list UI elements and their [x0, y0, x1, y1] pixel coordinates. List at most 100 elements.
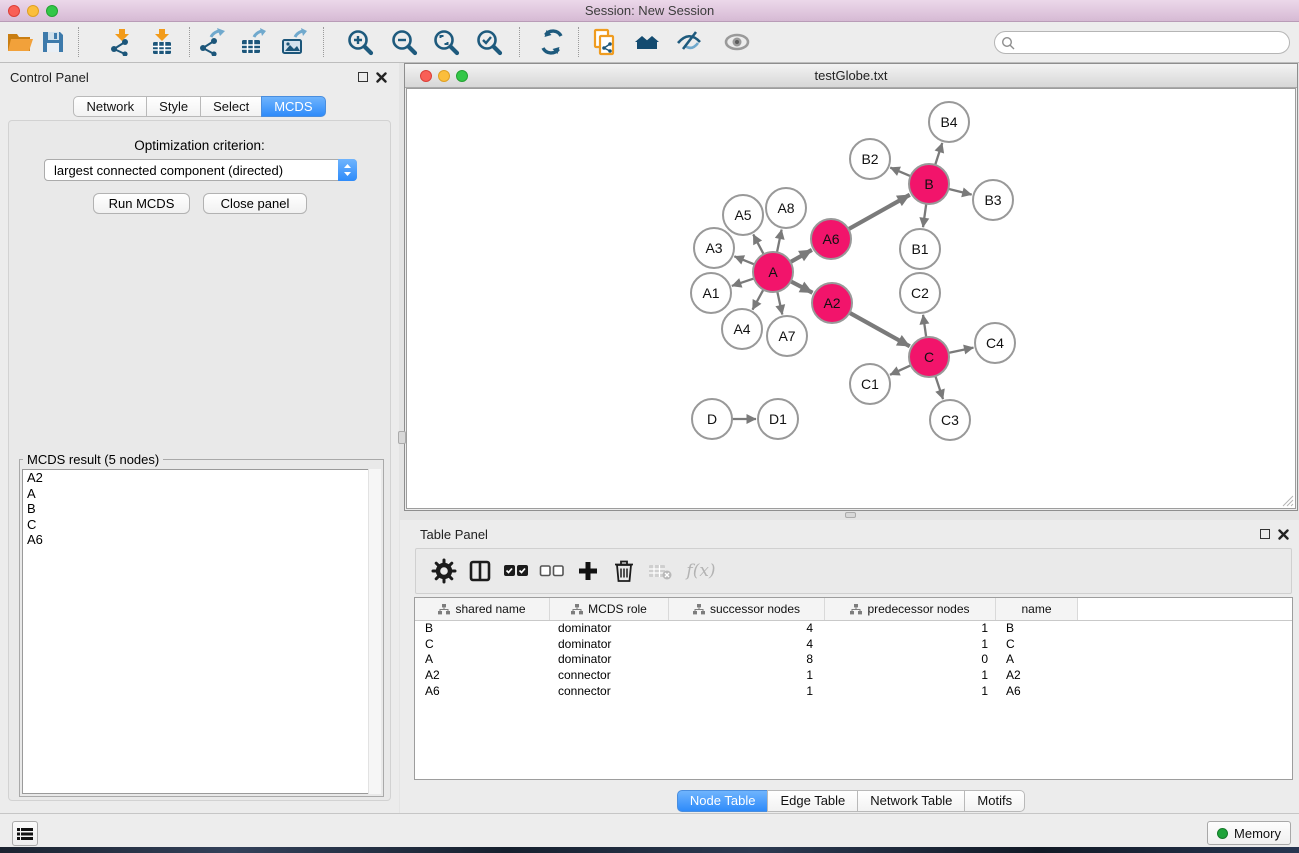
- graph-node-A6[interactable]: A6: [811, 219, 851, 259]
- graph-edge-C-C4[interactable]: [949, 348, 974, 353]
- zoom-selected-button[interactable]: [474, 26, 504, 58]
- duplicate-network-button[interactable]: [590, 26, 620, 58]
- graph-node-B4[interactable]: B4: [929, 102, 969, 142]
- import-table-button[interactable]: [147, 26, 177, 58]
- graph-node-B2[interactable]: B2: [850, 139, 890, 179]
- graph-node-C4[interactable]: C4: [975, 323, 1015, 363]
- panel-splitter-handle[interactable]: [398, 431, 406, 444]
- graph-edge-A-A6[interactable]: [790, 250, 811, 262]
- graph-edge-B-B2[interactable]: [890, 168, 910, 177]
- graph-edge-B-B3[interactable]: [948, 189, 971, 195]
- delete-table-button[interactable]: [642, 554, 678, 588]
- close-panel-icon[interactable]: [376, 72, 387, 83]
- table-row[interactable]: Adominator80A: [415, 652, 1292, 668]
- graph-node-B1[interactable]: B1: [900, 229, 940, 269]
- show-columns-button[interactable]: [462, 554, 498, 588]
- tab-edge-table[interactable]: Edge Table: [767, 790, 858, 812]
- table-settings-button[interactable]: [426, 554, 462, 588]
- graph-edge-A6-B[interactable]: [848, 195, 909, 229]
- mcds-result-item[interactable]: A: [23, 486, 380, 502]
- show-panels-button[interactable]: [12, 821, 38, 846]
- table-row[interactable]: Bdominator41B: [415, 621, 1292, 637]
- graph-node-A4[interactable]: A4: [722, 309, 762, 349]
- import-network-button[interactable]: [107, 26, 137, 58]
- select-all-columns-button[interactable]: [498, 554, 534, 588]
- graph-edge-C-C3[interactable]: [935, 376, 943, 399]
- graph-node-C3[interactable]: C3: [930, 400, 970, 440]
- window-resize-grip[interactable]: [1281, 494, 1294, 507]
- graph-node-B3[interactable]: B3: [973, 180, 1013, 220]
- graph-node-A[interactable]: A: [753, 252, 793, 292]
- graph-node-C2[interactable]: C2: [900, 273, 940, 313]
- criterion-select[interactable]: largest connected component (directed): [44, 159, 357, 181]
- save-session-button[interactable]: [38, 26, 68, 58]
- zoom-out-button[interactable]: [389, 26, 419, 58]
- graph-node-C1[interactable]: C1: [850, 364, 890, 404]
- mcds-result-item[interactable]: A6: [23, 532, 380, 548]
- mcds-result-list[interactable]: A2ABCA6: [22, 469, 381, 794]
- graph-node-A3[interactable]: A3: [694, 228, 734, 268]
- tab-select[interactable]: Select: [200, 96, 262, 117]
- tab-style[interactable]: Style: [146, 96, 201, 117]
- zoom-in-button[interactable]: [345, 26, 375, 58]
- column-header-mcds-role[interactable]: MCDS role: [550, 598, 669, 620]
- table-row[interactable]: A6connector11A6: [415, 684, 1292, 700]
- export-network-button[interactable]: [196, 26, 226, 58]
- tab-motifs[interactable]: Motifs: [964, 790, 1025, 812]
- show-all-button[interactable]: [722, 26, 752, 58]
- graph-edge-C-C2[interactable]: [923, 315, 926, 337]
- float-panel-icon[interactable]: [1260, 529, 1270, 539]
- mcds-result-item[interactable]: A2: [23, 470, 380, 486]
- tab-node-table[interactable]: Node Table: [677, 790, 769, 812]
- zoom-fit-button[interactable]: [431, 26, 461, 58]
- graph-edge-A-A3[interactable]: [734, 256, 754, 264]
- table-row[interactable]: A2connector11A2: [415, 668, 1292, 684]
- close-panel-icon[interactable]: [1278, 529, 1289, 540]
- graph-edge-A-A8[interactable]: [777, 230, 782, 253]
- run-mcds-button[interactable]: Run MCDS: [93, 193, 190, 214]
- tab-mcds[interactable]: MCDS: [261, 96, 325, 117]
- float-panel-icon[interactable]: [358, 72, 368, 82]
- graph-node-D1[interactable]: D1: [758, 399, 798, 439]
- graph-node-B[interactable]: B: [909, 164, 949, 204]
- mcds-result-item[interactable]: B: [23, 501, 380, 517]
- home-button[interactable]: [632, 26, 662, 58]
- graph-edge-B-B4[interactable]: [935, 143, 942, 165]
- graph-node-A7[interactable]: A7: [767, 316, 807, 356]
- network-canvas[interactable]: A A1 A2 A3 A4 A5 A6 A7 A8 B B1 B2 B3B4 C C1 C2 C3C4 D D1: [406, 88, 1296, 509]
- graph-edge-A-A2[interactable]: [791, 281, 813, 292]
- column-header-successor-nodes[interactable]: successor nodes: [669, 598, 825, 620]
- graph-node-A5[interactable]: A5: [723, 195, 763, 235]
- mcds-result-item[interactable]: C: [23, 517, 380, 533]
- hide-selected-button[interactable]: [674, 26, 704, 58]
- column-header-name[interactable]: name: [996, 598, 1078, 620]
- column-header-shared-name[interactable]: shared name: [415, 598, 550, 620]
- graph-node-A8[interactable]: A8: [766, 188, 806, 228]
- graph-node-D[interactable]: D: [692, 399, 732, 439]
- graph-node-C[interactable]: C: [909, 337, 949, 377]
- graph-node-A2[interactable]: A2: [812, 283, 852, 323]
- graph-node-A1[interactable]: A1: [691, 273, 731, 313]
- export-image-button[interactable]: [278, 26, 308, 58]
- table-row[interactable]: Cdominator41C: [415, 637, 1292, 653]
- graph-edge-A-A5[interactable]: [753, 234, 763, 254]
- tab-network-table[interactable]: Network Table: [857, 790, 965, 812]
- function-builder-button[interactable]: f(x): [678, 554, 724, 588]
- graph-edge-A-A7[interactable]: [777, 292, 782, 315]
- deselect-all-columns-button[interactable]: [534, 554, 570, 588]
- graph-edge-C-C1[interactable]: [890, 365, 911, 375]
- refresh-button[interactable]: [537, 26, 567, 58]
- graph-edge-B-B1[interactable]: [923, 204, 926, 227]
- graph-edge-A-A1[interactable]: [732, 278, 754, 286]
- close-panel-button[interactable]: Close panel: [203, 193, 307, 214]
- graph-edge-A-A4[interactable]: [753, 290, 764, 310]
- memory-button[interactable]: Memory: [1207, 821, 1291, 845]
- graph-edge-A2-C[interactable]: [849, 313, 909, 347]
- open-session-button[interactable]: [5, 26, 35, 58]
- export-table-button[interactable]: [237, 26, 267, 58]
- search-input[interactable]: [1015, 34, 1289, 52]
- delete-column-button[interactable]: [606, 554, 642, 588]
- panel-splitter-handle[interactable]: [845, 512, 856, 518]
- tab-network[interactable]: Network: [73, 96, 147, 117]
- add-column-button[interactable]: [570, 554, 606, 588]
